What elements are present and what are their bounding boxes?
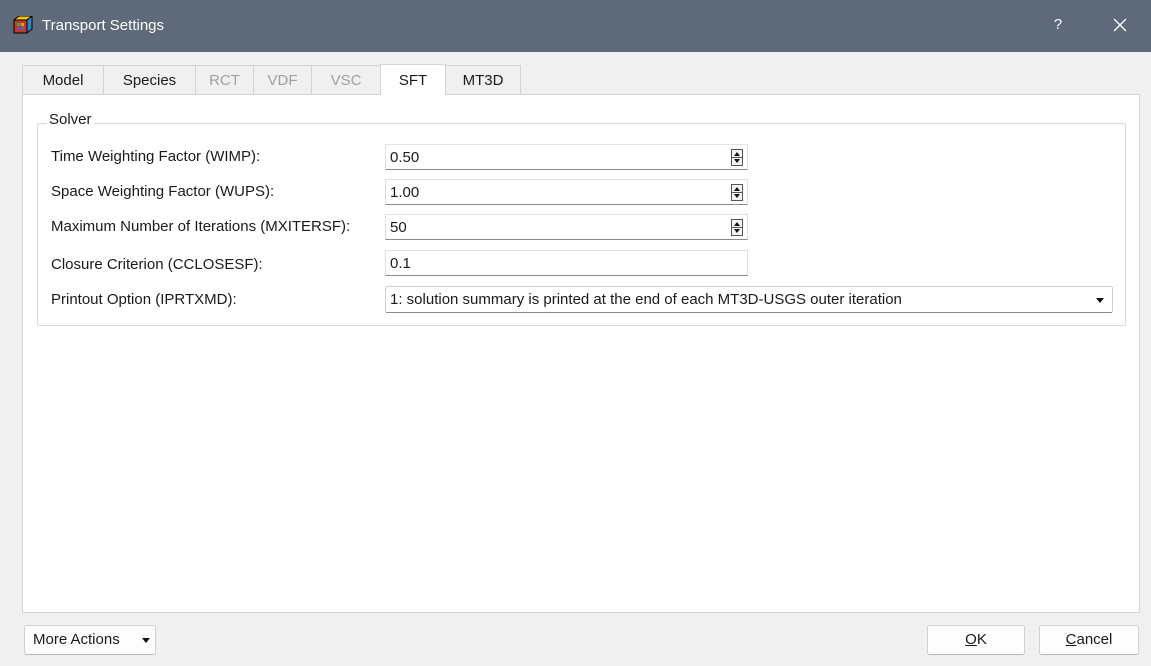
mxitersf-label: Maximum Number of Iterations (MXITERSF): [51,218,351,235]
mxitersf-spinbox[interactable]: 50 [385,214,748,240]
spin-arrows-icon[interactable] [731,219,743,236]
chevron-down-icon[interactable] [1096,298,1104,303]
tab-model[interactable]: Model [22,65,104,95]
spin-arrows-icon[interactable] [731,149,743,166]
cancel-button[interactable]: Cancel [1039,625,1139,655]
mxitersf-value[interactable]: 50 [390,219,407,237]
tab-vsc[interactable]: VSC [311,65,381,95]
window-title: Transport Settings [42,17,164,34]
tab-sft[interactable]: SFT [380,64,446,95]
cclosesf-input[interactable]: 0.1 [385,250,748,276]
wimp-spinbox[interactable]: 0.50 [385,144,748,170]
sft-tab-pane: Solver Time Weighting Factor (WIMP): 0.5… [22,94,1140,613]
wups-value[interactable]: 1.00 [390,184,419,202]
tab-species[interactable]: Species [103,65,196,95]
tab-bar: Model Species RCT VDF VSC SFT MT3D [22,64,542,95]
close-icon[interactable] [1108,13,1132,37]
cclosesf-label: Closure Criterion (CCLOSESF): [51,256,263,273]
app-cube-icon [13,16,33,35]
wups-spinbox[interactable]: 1.00 [385,179,748,205]
chevron-down-icon [142,638,150,643]
tab-rct[interactable]: RCT [195,65,254,95]
wimp-label: Time Weighting Factor (WIMP): [51,148,261,165]
wimp-value[interactable]: 0.50 [390,149,419,167]
cancel-label: Cancel [1065,631,1113,648]
more-actions-label: More Actions [33,631,120,648]
ok-label: OK [965,631,987,648]
iprtxmd-selected-value[interactable]: 1: solution summary is printed at the en… [390,291,902,309]
tab-vdf[interactable]: VDF [253,65,312,95]
title-bar: Transport Settings ? [0,0,1151,52]
tab-mt3d[interactable]: MT3D [445,65,521,95]
iprtxmd-dropdown[interactable]: 1: solution summary is printed at the en… [385,286,1113,313]
spin-arrows-icon[interactable] [731,184,743,201]
solver-group-title: Solver [47,111,94,129]
ok-button[interactable]: OK [927,625,1025,655]
wups-label: Space Weighting Factor (WUPS): [51,183,275,200]
more-actions-button[interactable]: More Actions [24,625,156,655]
help-button[interactable]: ? [1048,13,1068,37]
iprtxmd-label: Printout Option (IPRTXMD): [51,291,237,308]
